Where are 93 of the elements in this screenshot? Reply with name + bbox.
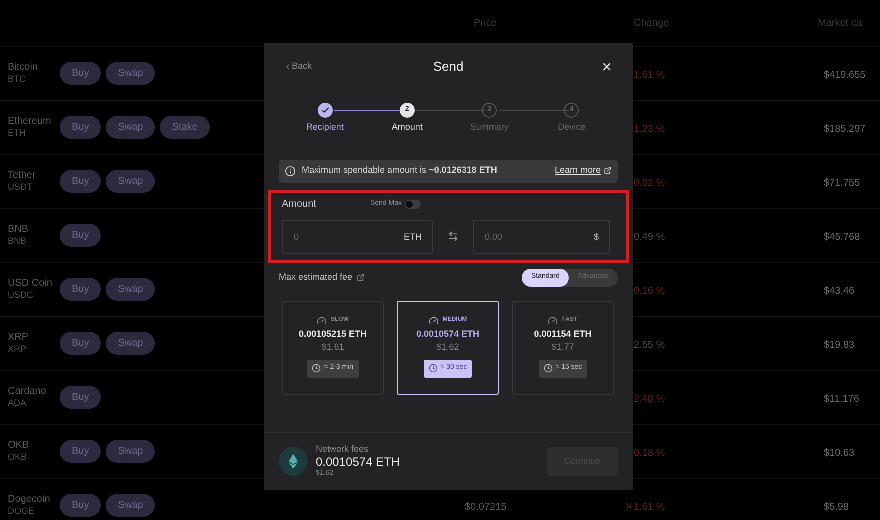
asset-ticker: BNB	[8, 236, 28, 248]
fee-amount: 0.00105215 ETH	[298, 328, 368, 340]
gauge-icon	[428, 316, 439, 326]
fee-fiat: $1.62	[436, 341, 460, 354]
asset-ticker: ADA	[8, 398, 28, 410]
clock-icon	[544, 364, 553, 373]
column-header: Price	[474, 18, 497, 28]
asset-ticker: USDC	[8, 290, 35, 302]
gauge-icon	[317, 316, 327, 326]
market-cap-value: $185.297	[824, 124, 866, 134]
action-button[interactable]: Swap	[106, 62, 156, 85]
network-fee-amount: 0.0010574 ETH	[316, 455, 402, 470]
change-value: 2.55 %	[634, 340, 666, 350]
action-button[interactable]: Swap	[106, 170, 156, 193]
asset-ticker: BTC	[8, 74, 27, 86]
action-button[interactable]: Buy	[60, 440, 102, 463]
action-button[interactable]: Swap	[106, 116, 156, 139]
unit-label: $	[594, 230, 599, 244]
check-icon	[320, 106, 330, 115]
action-button[interactable]: Buy	[60, 386, 102, 409]
dialog-title: Send	[433, 58, 464, 76]
market-cap-value: $10.63	[824, 448, 855, 458]
change-value: 1.61 %	[634, 502, 666, 512]
change-value: 1.61 %	[634, 70, 666, 80]
asset-ticker: USDT	[8, 182, 34, 194]
market-cap-value: $43.46	[824, 286, 855, 296]
fee-fiat: $1.61	[322, 341, 344, 354]
swap-icon[interactable]	[448, 231, 458, 242]
asset-name: USD Coin	[8, 278, 54, 290]
action-button[interactable]: Buy	[60, 170, 102, 193]
action-button[interactable]: Buy	[60, 332, 102, 355]
action-button[interactable]: Buy	[60, 278, 102, 301]
step-label: Amount	[392, 121, 423, 134]
step-label: Recipient	[306, 121, 344, 134]
fee-fiat: $1.77	[552, 341, 574, 354]
action-button[interactable]: Buy	[60, 62, 102, 85]
market-cap-value: $419.655	[824, 70, 866, 80]
market-cap-value: $19.83	[824, 340, 855, 350]
change-value: 0.49 %	[634, 232, 666, 242]
action-button[interactable]: Buy	[60, 224, 102, 247]
market-cap-value: $5.98	[824, 502, 850, 512]
asset-name: XRP	[8, 332, 30, 344]
change-value: 0.16 %	[634, 286, 666, 296]
external-link-icon	[604, 167, 612, 175]
action-button[interactable]: Stake	[160, 116, 210, 139]
clock-icon	[428, 364, 438, 373]
step-label: Summary	[470, 121, 509, 134]
back-button[interactable]: Back	[284, 60, 344, 74]
gauge-icon	[548, 316, 558, 326]
change-value: 2.48 %	[634, 394, 666, 404]
amount-label: Amount	[282, 198, 316, 212]
clock-icon	[312, 364, 322, 373]
column-header: Change	[634, 18, 670, 28]
info-text: Maximum spendable amount is ~0.0126318 ETH	[302, 164, 498, 178]
close-button[interactable]	[601, 61, 613, 73]
external-link-icon	[356, 274, 365, 282]
change-value: 1.23 %	[634, 124, 666, 134]
action-button[interactable]: Buy	[60, 494, 102, 517]
price-value: $0.07215	[465, 502, 507, 512]
action-button[interactable]: Swap	[106, 278, 156, 301]
change-value: 0.02 %	[634, 178, 666, 188]
asset-ticker: DOGE	[8, 506, 36, 518]
asset-name: Dogecoin	[8, 494, 52, 506]
market-cap-value: $11.176	[824, 394, 860, 404]
asset-name: Tether	[8, 170, 37, 182]
asset-name: OKB	[8, 440, 30, 452]
action-button[interactable]: Buy	[60, 116, 102, 139]
asset-name: Ethereum	[8, 116, 52, 128]
unit-label: ETH	[404, 230, 422, 244]
chevron-left-icon	[284, 63, 292, 71]
learn-more-link[interactable]: Learn more	[554, 164, 612, 178]
asset-name: BNB	[8, 224, 30, 236]
fee-amount: 0.001154 ETH	[534, 328, 592, 340]
change-value: 0.18 %	[634, 448, 666, 458]
send-max-toggle[interactable]	[405, 200, 421, 209]
asset-name: Bitcoin	[8, 62, 40, 74]
asset-ticker: ETH	[8, 128, 27, 140]
info-icon	[285, 166, 296, 176]
step-label: Device	[558, 121, 586, 134]
action-button[interactable]: Swap	[106, 494, 156, 517]
column-header: Market ca	[818, 18, 862, 28]
action-button[interactable]: Swap	[106, 332, 156, 355]
market-cap-value: $45.768	[824, 232, 860, 242]
asset-ticker: OKB	[8, 452, 28, 464]
network-fee-label: Network fees	[316, 444, 370, 456]
asset-name: Cardano	[8, 386, 48, 398]
market-cap-value: $71.755	[824, 178, 860, 188]
down-arrow-icon	[624, 500, 634, 510]
fee-amount: 0.0010574 ETH	[416, 328, 480, 340]
asset-ticker: XRP	[8, 344, 28, 356]
fee-label: Max estimated fee	[279, 270, 353, 284]
action-button[interactable]: Swap	[106, 440, 156, 463]
ethereum-logo-icon	[279, 447, 308, 476]
